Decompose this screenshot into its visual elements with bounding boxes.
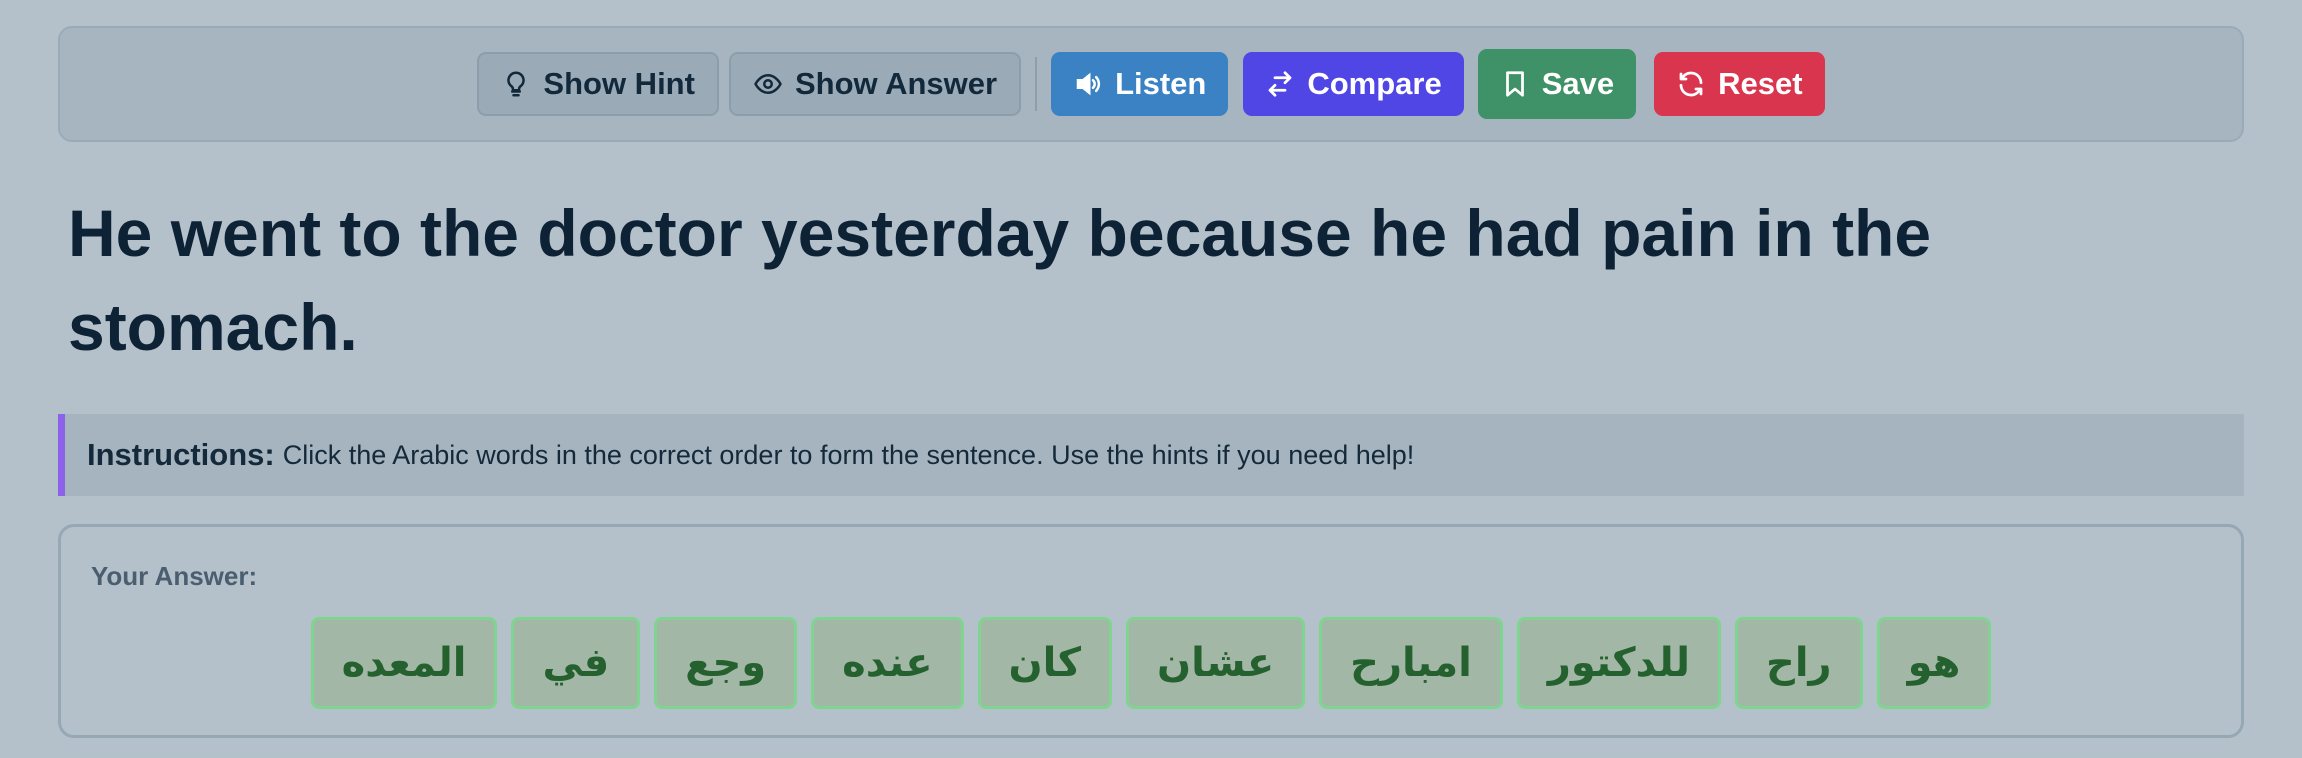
toolbar-divider [1035, 57, 1038, 111]
toolbar: Show Hint Show Answer Listen Compare Sav… [58, 26, 2244, 142]
save-button[interactable]: Save [1477, 49, 1637, 119]
answer-word[interactable]: هو [1876, 617, 1992, 709]
speaker-icon [1073, 69, 1103, 99]
show-answer-label: Show Answer [794, 66, 998, 101]
listen-button[interactable]: Listen [1051, 52, 1229, 116]
reset-label: Reset [1718, 66, 1803, 101]
compare-button[interactable]: Compare [1243, 52, 1464, 116]
listen-label: Listen [1115, 66, 1207, 101]
answer-word[interactable]: المعده [310, 617, 498, 709]
reset-button[interactable]: Reset [1654, 52, 1825, 116]
answer-word[interactable]: امبارح [1319, 617, 1503, 709]
compare-label: Compare [1307, 66, 1442, 101]
answer-word[interactable]: راح [1734, 617, 1863, 709]
answer-area: Your Answer: المعده في وجع عنده كان عشان… [58, 524, 2244, 738]
answer-word[interactable]: في [511, 617, 641, 709]
answer-word[interactable]: للدكتور [1516, 617, 1721, 709]
show-hint-label: Show Hint [543, 66, 695, 101]
answer-word[interactable]: عنده [811, 617, 964, 709]
answer-word[interactable]: وجع [654, 617, 798, 709]
eye-icon [753, 69, 783, 99]
answer-word[interactable]: عشان [1125, 617, 1306, 709]
instructions-label: Instructions: [87, 437, 275, 472]
english-sentence: He went to the doctor yesterday because … [68, 196, 1932, 364]
lightbulb-icon [501, 69, 531, 99]
answer-label: Your Answer: [91, 561, 258, 591]
answer-word[interactable]: كان [977, 617, 1112, 709]
show-hint-button[interactable]: Show Hint [477, 52, 719, 116]
refresh-icon [1676, 69, 1706, 99]
instructions-text: Click the Arabic words in the correct or… [282, 439, 1415, 470]
instructions-box: Instructions: Click the Arabic words in … [58, 414, 2244, 496]
bookmark-icon [1500, 69, 1530, 99]
answer-word-list: المعده في وجع عنده كان عشان امبارح للدكت… [61, 617, 2241, 709]
show-answer-button[interactable]: Show Answer [728, 52, 1022, 116]
swap-arrows-icon [1265, 69, 1295, 99]
save-label: Save [1541, 66, 1615, 101]
